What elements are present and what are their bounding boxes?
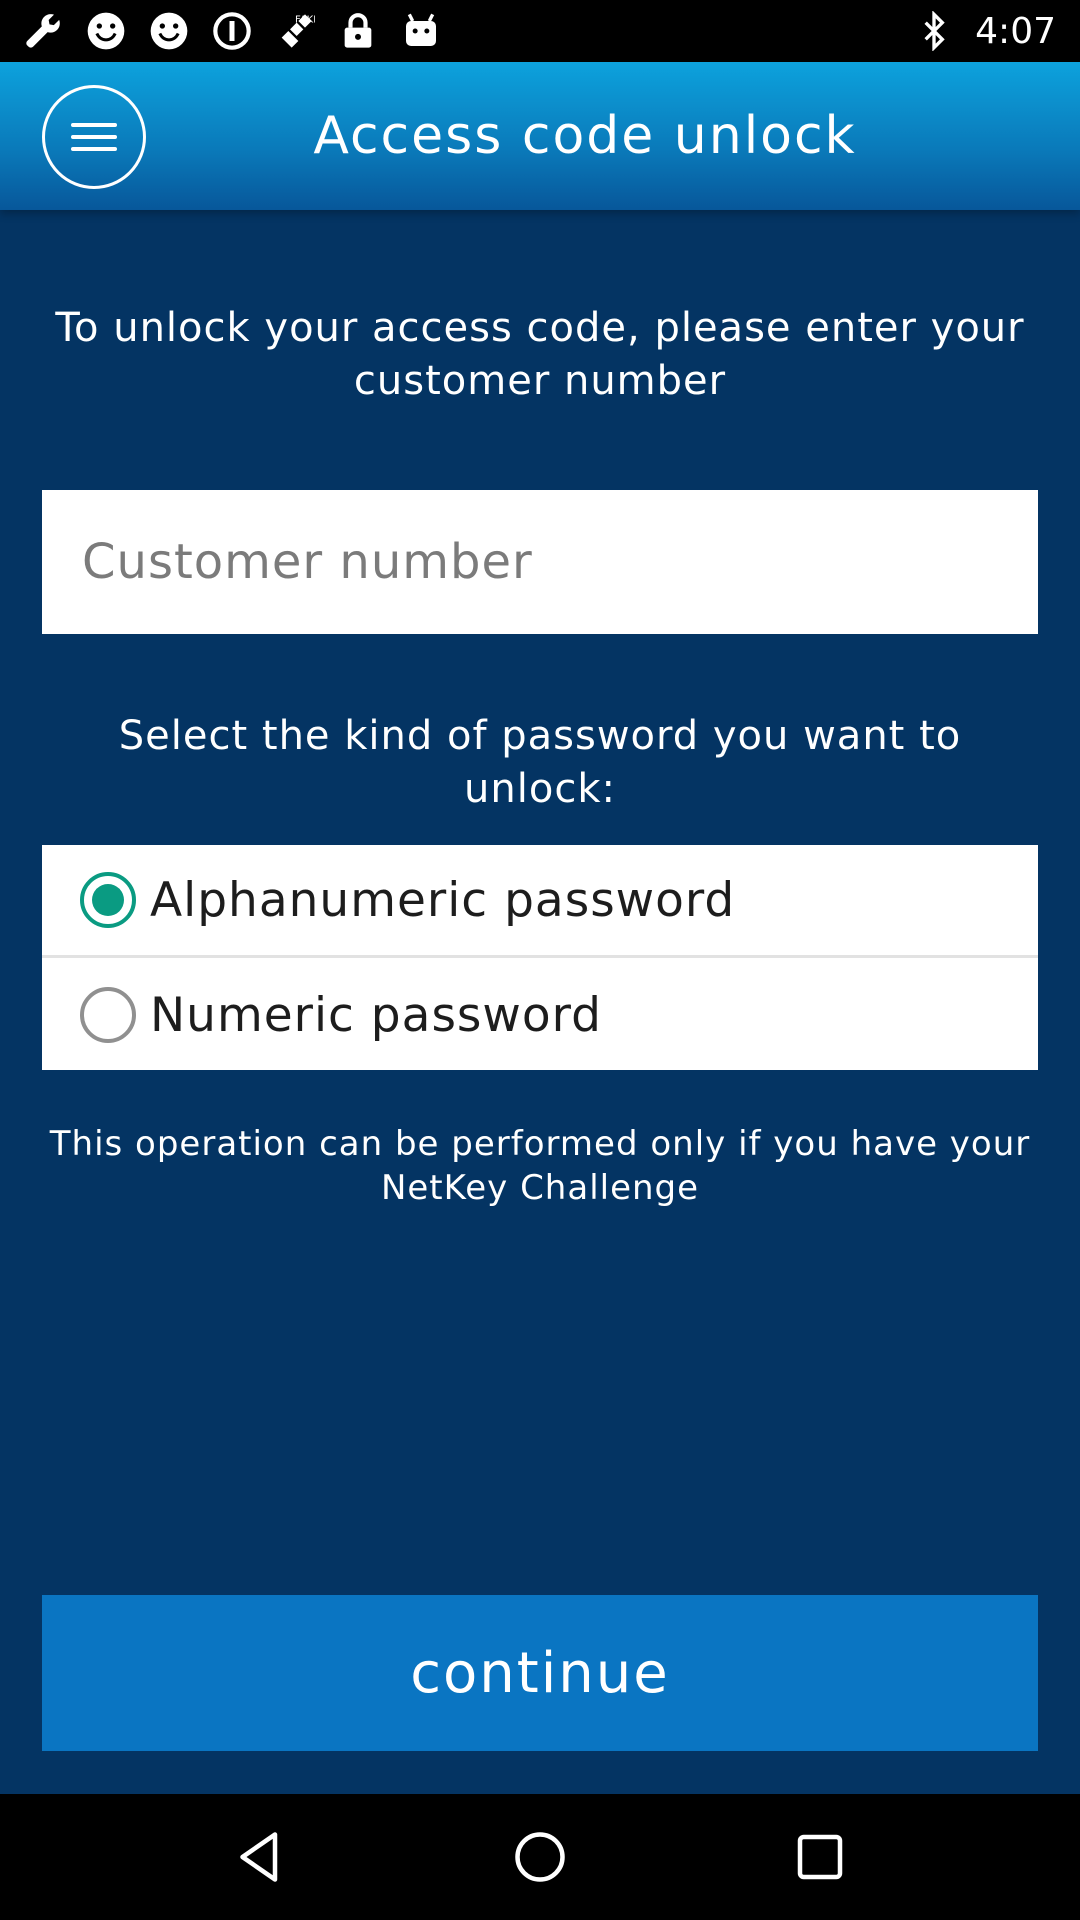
app-bar: Access code unlock (0, 62, 1080, 210)
hamburger-menu-icon (71, 123, 117, 151)
netkey-note: This operation can be performed only if … (49, 1124, 1031, 1208)
status-bar: FAKE 4:07 (0, 0, 1080, 62)
fake-gps-icon: FAKE (274, 10, 316, 52)
android-icon (400, 10, 442, 52)
radio-label: Numeric password (150, 987, 602, 1043)
radio-label: Alphanumeric password (150, 872, 736, 928)
info-circle-icon (211, 10, 253, 52)
back-icon (240, 1832, 278, 1882)
svg-text:FAKE: FAKE (295, 15, 315, 26)
password-kind-radio-group: Alphanumeric password Numeric password (42, 845, 1038, 1070)
smiley-icon (85, 10, 127, 52)
status-icons-left: FAKE (22, 10, 463, 52)
lock-icon (337, 10, 379, 52)
menu-button[interactable] (42, 85, 146, 189)
radio-checked-icon[interactable] (80, 872, 136, 928)
back-button[interactable] (225, 1822, 295, 1892)
radio-unchecked-icon[interactable] (80, 987, 136, 1043)
system-nav-bar (0, 1794, 1080, 1920)
home-button[interactable] (505, 1822, 575, 1892)
recents-icon (797, 1834, 843, 1880)
status-icons-right: 4:07 (905, 10, 1056, 52)
status-clock: 4:07 (975, 10, 1056, 52)
radio-option-alphanumeric[interactable]: Alphanumeric password (42, 845, 1038, 955)
continue-button[interactable]: continue (42, 1595, 1038, 1751)
wrench-icon (22, 10, 64, 52)
intro-instruction: To unlock your access code, please enter… (55, 305, 1025, 404)
smiley-icon (148, 10, 190, 52)
page-title: Access code unlock (313, 106, 857, 166)
bluetooth-icon (913, 10, 955, 52)
password-kind-instruction: Select the kind of password you want to … (118, 713, 962, 812)
radio-option-numeric[interactable]: Numeric password (42, 960, 1038, 1070)
home-icon (515, 1832, 565, 1882)
customer-number-input[interactable] (42, 490, 1038, 634)
recents-button[interactable] (785, 1822, 855, 1892)
divider (42, 955, 1038, 958)
